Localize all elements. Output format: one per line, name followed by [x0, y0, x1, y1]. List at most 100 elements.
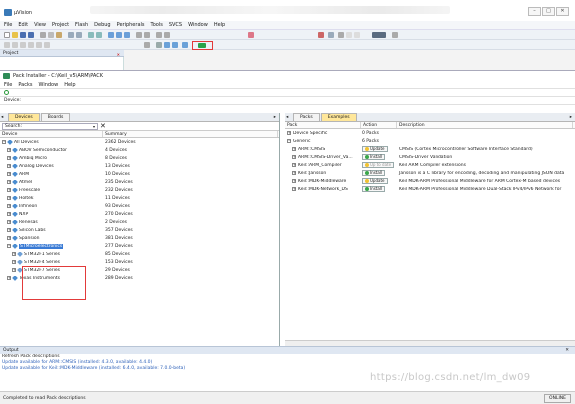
pi-menu-window[interactable]: Window	[38, 82, 58, 88]
expand-icon[interactable]: +	[292, 179, 296, 183]
batch-build-icon[interactable]	[28, 42, 34, 48]
menu-tools[interactable]: Tools	[151, 22, 163, 28]
pack-action-button[interactable]: Update	[362, 177, 388, 184]
collapse-icon[interactable]: −	[2, 140, 6, 144]
pack-row[interactable]: + Keil::MDK-Middleware Update Keil MDK-ARM …	[285, 177, 575, 185]
device-row[interactable]: + Analog Devices 13 Devices	[0, 162, 279, 170]
expand-icon[interactable]: +	[7, 196, 11, 200]
expand-icon[interactable]: +	[7, 148, 11, 152]
pi-menu-help[interactable]: Help	[64, 82, 75, 88]
device-row[interactable]: + Atmel 235 Devices	[0, 178, 279, 186]
refresh-icon[interactable]	[4, 90, 9, 95]
comment-icon[interactable]	[156, 32, 162, 38]
device-row[interactable]: + Freescale 232 Devices	[0, 186, 279, 194]
indent-icon[interactable]	[136, 32, 142, 38]
expand-icon[interactable]: +	[292, 147, 296, 151]
options-icon[interactable]	[318, 32, 324, 38]
device-row[interactable]: + STM32F4 Series 153 Devices	[0, 258, 279, 266]
pack-action-button[interactable]: Install	[362, 153, 386, 160]
expand-icon[interactable]: +	[7, 172, 11, 176]
expand-icon[interactable]: +	[7, 220, 11, 224]
copy-icon[interactable]	[48, 32, 54, 38]
menu-debug[interactable]: Debug	[94, 22, 110, 28]
diamond-icon[interactable]	[182, 42, 188, 48]
expand-icon[interactable]: +	[292, 187, 296, 191]
device-search-input[interactable]: Search: ▾	[2, 122, 98, 130]
pack-row[interactable]: + Keil::ARM_Compiler Up to date Keil ARM Co…	[285, 161, 575, 169]
breakpoint-clear-icon[interactable]	[354, 32, 360, 38]
download-icon[interactable]	[44, 42, 50, 48]
col-pack[interactable]: Pack	[285, 122, 361, 128]
col-action[interactable]: Action	[361, 122, 397, 128]
close-button[interactable]: ✕	[556, 7, 569, 16]
menu-edit[interactable]: Edit	[18, 22, 28, 28]
collapse-icon[interactable]: −	[7, 244, 11, 248]
expand-icon[interactable]: +	[287, 131, 291, 135]
pack-row[interactable]: + Keil::Jansson Install Jansson is a C libr…	[285, 169, 575, 177]
tab-examples[interactable]: Examples	[320, 113, 357, 121]
expand-icon[interactable]: +	[12, 252, 16, 256]
new-file-icon[interactable]	[4, 32, 10, 38]
tab-devices[interactable]: Devices	[8, 113, 40, 121]
translate-icon[interactable]	[4, 42, 10, 48]
pack-action-button[interactable]: Install	[362, 169, 386, 176]
menu-flash[interactable]: Flash	[75, 22, 88, 28]
menu-project[interactable]: Project	[52, 22, 69, 28]
device-row[interactable]: + Silicon Labs 357 Devices	[0, 226, 279, 234]
menu-file[interactable]: File	[4, 22, 12, 28]
pack-action-button[interactable]: Install	[362, 185, 386, 192]
pack-row[interactable]: + Device Specific 0 Packs	[285, 129, 575, 137]
menu-svcs[interactable]: SVCS	[169, 22, 182, 28]
device-row[interactable]: + Ambiq Micro 8 Devices	[0, 154, 279, 162]
device-row[interactable]: + Holtek 11 Devices	[0, 194, 279, 202]
bookmark-prev-icon[interactable]	[116, 32, 122, 38]
menu-peripherals[interactable]: Peripherals	[117, 22, 145, 28]
collapse-icon[interactable]: −	[287, 139, 291, 143]
save-all-icon[interactable]	[28, 32, 34, 38]
expand-icon[interactable]: +	[12, 268, 16, 272]
pack-row[interactable]: − Generic 6 Packs	[285, 137, 575, 145]
device-row[interactable]: + STM32F1 Series 85 Devices	[0, 250, 279, 258]
expand-icon[interactable]: +	[7, 228, 11, 232]
breakpoint-disable-icon[interactable]	[346, 32, 352, 38]
file-ext-icon[interactable]	[156, 42, 162, 48]
expand-icon[interactable]: +	[292, 155, 296, 159]
col-summary[interactable]: Summary	[103, 131, 278, 137]
device-row[interactable]: + NXP 270 Devices	[0, 210, 279, 218]
maximize-button[interactable]: □	[542, 7, 555, 16]
expand-icon[interactable]: +	[12, 260, 16, 264]
rebuild-icon[interactable]	[20, 42, 26, 48]
col-description[interactable]: Description	[397, 122, 573, 128]
device-row[interactable]: − STMicroelectronics 277 Devices	[0, 242, 279, 250]
pack-row[interactable]: + Keil::MDK-Network_DS Install Keil MDK-ARM…	[285, 185, 575, 193]
expand-icon[interactable]: +	[292, 171, 296, 175]
pack-action-button[interactable]: Update	[362, 145, 388, 152]
pack-row[interactable]: + ARM::CMSIS-Driver_Va... Install CMSIS-Dri…	[285, 153, 575, 161]
nav-back-icon[interactable]	[88, 32, 94, 38]
breakpoint-icon[interactable]	[338, 32, 344, 38]
unindent-icon[interactable]	[144, 32, 150, 38]
undo-icon[interactable]	[68, 32, 74, 38]
expand-icon[interactable]: +	[292, 163, 296, 167]
bookmark-icon[interactable]	[108, 32, 114, 38]
bookmark-next-icon[interactable]	[124, 32, 130, 38]
open-file-icon[interactable]	[12, 32, 18, 38]
uncomment-icon[interactable]	[164, 32, 170, 38]
expand-icon[interactable]: +	[7, 188, 11, 192]
device-row[interactable]: + ABOV Semiconductor 4 Devices	[0, 146, 279, 154]
menu-help[interactable]: Help	[214, 22, 225, 28]
pack-row[interactable]: + ARM::CMSIS Update CMSIS (Cortex Microcont…	[285, 145, 575, 153]
menu-window[interactable]: Window	[188, 22, 208, 28]
device-row[interactable]: + ARM 10 Devices	[0, 170, 279, 178]
search-dropdown-icon[interactable]: ▾	[93, 124, 95, 129]
tab-boards[interactable]: Boards	[40, 113, 71, 121]
redo-icon[interactable]	[76, 32, 82, 38]
expand-icon[interactable]: +	[7, 236, 11, 240]
tab-packs[interactable]: Packs	[293, 113, 320, 121]
pane-scroll-left-icon[interactable]: ◂	[1, 115, 3, 120]
pi-menu-file[interactable]: File	[4, 82, 12, 88]
paste-icon[interactable]	[56, 32, 62, 38]
target-options-icon[interactable]	[144, 42, 150, 48]
pack-installer-toolbar-button[interactable]	[192, 41, 213, 50]
clear-search-icon[interactable]: ✕	[100, 123, 106, 130]
